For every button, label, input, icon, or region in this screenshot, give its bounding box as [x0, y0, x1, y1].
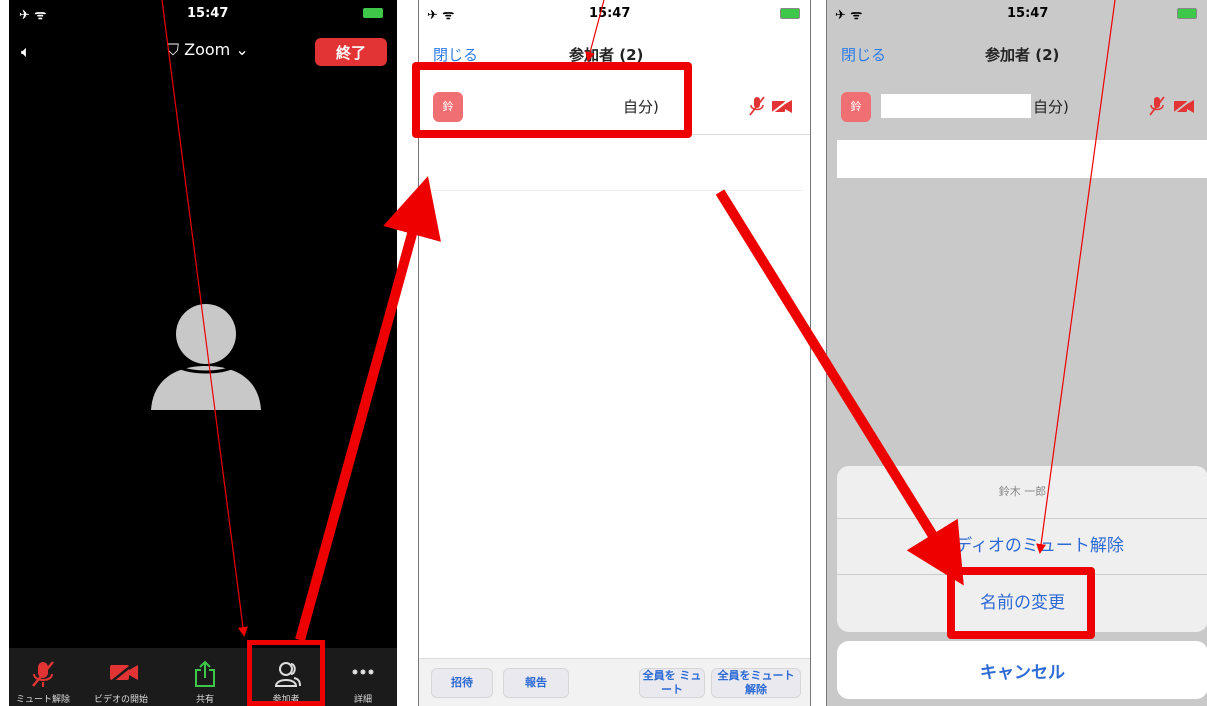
- participant-name: 自分): [1033, 98, 1069, 116]
- status-time: 15:47: [1007, 6, 1049, 21]
- video-off-icon: [110, 661, 138, 683]
- highlight-box-rename: [947, 567, 1095, 639]
- invite-button[interactable]: 招待: [431, 668, 493, 698]
- toolbar-label: ミュート解除: [15, 695, 70, 705]
- status-signal: ✈ ᯤ: [19, 8, 47, 23]
- highlight-box-participant-row: [412, 62, 692, 138]
- meeting-toolbar: ミュート解除 ビデオの開始 共有 参加者 詳細: [9, 648, 397, 706]
- meeting-title[interactable]: ⛉ Zoom ⌄: [167, 40, 249, 60]
- status-time: 15:47: [187, 6, 229, 21]
- mic-muted-icon: [32, 661, 54, 687]
- zoom-meeting-screen: ✈ ᯤ 15:47 🔈︎ ⛉ Zoom ⌄ 終了 ミュート解除 ビデオの開始 共…: [9, 0, 397, 706]
- mute-all-button[interactable]: 全員を ミュート: [639, 668, 705, 698]
- speaker-icon[interactable]: 🔈︎: [21, 42, 31, 62]
- more-icon: [352, 669, 374, 675]
- battery-icon: [1177, 8, 1197, 19]
- action-sheet-header: 鈴木 一郎: [837, 466, 1207, 519]
- avatar: 鈴: [841, 92, 871, 122]
- more-button[interactable]: 詳細: [327, 648, 397, 706]
- status-time: 15:47: [589, 6, 631, 21]
- meeting-title-text: Zoom: [184, 40, 231, 59]
- toolbar-label: 共有: [195, 695, 214, 705]
- nav-bar: 閉じる 参加者 (2): [827, 36, 1207, 72]
- start-video-button[interactable]: ビデオの開始: [85, 648, 157, 706]
- share-icon: [195, 660, 215, 687]
- participant-row-redacted[interactable]: [431, 142, 803, 191]
- status-signal: ✈ ᯤ: [835, 8, 863, 23]
- share-button[interactable]: 共有: [169, 648, 241, 706]
- video-off-icon: [771, 98, 792, 114]
- unmute-all-button[interactable]: 全員をミュート 解除: [711, 668, 801, 698]
- participants-bottom-bar: 招待 報告 全員を ミュート 全員をミュート 解除: [419, 658, 810, 706]
- battery-icon: [363, 8, 383, 18]
- highlight-box-participants: [247, 640, 325, 706]
- participant-row-self[interactable]: 鈴 自分): [827, 82, 1207, 134]
- close-button[interactable]: 閉じる: [841, 44, 886, 65]
- toolbar-label: ビデオの開始: [93, 695, 148, 705]
- end-meeting-button[interactable]: 終了: [315, 38, 387, 66]
- participant-row-redacted[interactable]: [837, 140, 1207, 178]
- mic-muted-icon: [749, 96, 765, 116]
- redacted-name: [881, 94, 1031, 118]
- unmute-button[interactable]: ミュート解除: [9, 648, 79, 706]
- status-bar: ✈ ᯤ 15:47: [827, 0, 1207, 26]
- status-bar: ✈ ᯤ 15:47: [9, 0, 397, 26]
- status-bar: ✈ ᯤ 15:47: [419, 0, 810, 26]
- mic-muted-icon: [1149, 96, 1165, 116]
- battery-icon: [780, 8, 800, 19]
- page-title: 参加者 (2): [985, 46, 1060, 64]
- video-off-icon: [1173, 98, 1194, 114]
- toolbar-label: 詳細: [353, 695, 372, 705]
- status-signal: ✈ ᯤ: [427, 8, 455, 23]
- report-button[interactable]: 報告: [503, 668, 569, 698]
- shield-icon: ⛉: [167, 40, 180, 59]
- cancel-button[interactable]: キャンセル: [837, 641, 1207, 699]
- user-avatar-icon: [151, 304, 261, 410]
- meeting-header: 🔈︎ ⛉ Zoom ⌄ 終了: [9, 30, 397, 70]
- chevron-down-icon: ⌄: [235, 40, 249, 59]
